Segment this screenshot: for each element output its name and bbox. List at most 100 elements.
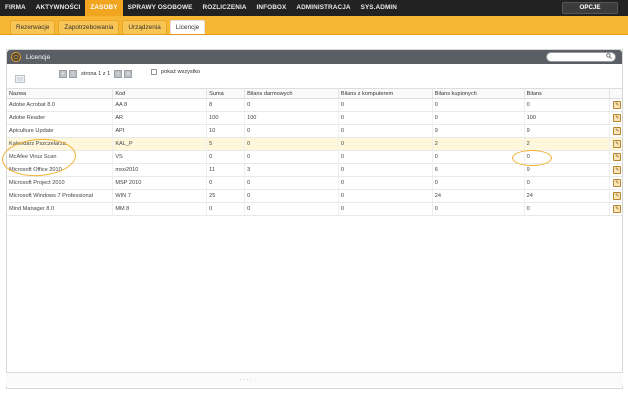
nav-aktywnosci[interactable]: AKTYWNOŚCI xyxy=(31,0,86,16)
table-cell-bilans-kupionych: 24 xyxy=(432,189,525,203)
table-cell-kod: API xyxy=(112,124,208,138)
edit-icon[interactable]: ✎ xyxy=(613,205,622,213)
table-row[interactable]: Adobe Reader AR 100 100 0 0 100 ✎ xyxy=(7,111,622,125)
column-header-bilans-z-komputerem[interactable]: Bilans z komputerem xyxy=(338,88,433,99)
table-cell-kod: WIN 7 xyxy=(112,189,208,203)
table-row[interactable]: Microsoft Windows 7 Professional WIN 7 25 0… xyxy=(7,189,622,203)
edit-icon[interactable]: ✎ xyxy=(613,192,622,200)
table-cell-bilans-darmowych: 0 xyxy=(244,189,339,203)
table-cell-bilans-kupionych: 9 xyxy=(432,124,525,138)
table-cell-suma: 0 xyxy=(206,202,246,216)
nav-infobox[interactable]: INFOBOX xyxy=(252,0,292,16)
search-icon[interactable] xyxy=(606,53,612,61)
column-header-bilans-kupionych[interactable]: Bilans kupionych xyxy=(432,88,525,99)
row-actions: ✎ xyxy=(609,124,622,138)
row-actions: ✎ xyxy=(609,189,622,203)
edit-icon[interactable]: ✎ xyxy=(613,140,622,148)
table-cell-suma: 11 xyxy=(206,163,246,177)
resize-grip[interactable]: . . . . xyxy=(240,376,252,382)
table-cell-kod: mso2010 xyxy=(112,163,208,177)
column-header-kod[interactable]: Kod xyxy=(112,88,208,99)
first-page-button[interactable]: « xyxy=(59,70,67,78)
column-header-bilans-darmowych[interactable]: Bilans darmowych xyxy=(244,88,339,99)
row-actions: ✎ xyxy=(609,163,622,177)
table-cell-suma: 0 xyxy=(206,176,246,190)
column-header-bilans[interactable]: Bilans xyxy=(524,88,611,99)
row-actions: ✎ xyxy=(609,111,622,125)
edit-icon[interactable]: ✎ xyxy=(613,153,622,161)
tab-zapotrzebowania[interactable]: Zapotrzebowania xyxy=(58,20,120,34)
table-cell-bilans: 0 xyxy=(524,98,611,112)
table-row[interactable]: Kalendarz Pszczelarza KAL_P 5 0 0 2 2 ✎ xyxy=(7,137,622,151)
table-cell-bilans-kupionych: 2 xyxy=(432,137,525,151)
edit-icon[interactable]: ✎ xyxy=(613,114,622,122)
table-cell-bilans-darmowych: 3 xyxy=(244,163,339,177)
edit-icon[interactable]: ✎ xyxy=(613,101,622,109)
nav-administracja[interactable]: ADMINISTRACJA xyxy=(291,0,355,16)
show-all-toggle[interactable]: pokaż wszystko xyxy=(151,69,200,75)
licenses-panel: Licencje « ‹ strona 1 z 1 › » pokaż wszy… xyxy=(6,49,623,389)
table-cell-bilans: 0 xyxy=(524,202,611,216)
nav-sprawy-osobowe[interactable]: SPRAWY OSOBOWE xyxy=(123,0,198,16)
tab-urzadzenia[interactable]: Urządzenia xyxy=(122,20,167,34)
row-actions: ✎ xyxy=(609,202,622,216)
table-cell-bilans: 24 xyxy=(524,189,611,203)
table-cell-suma: 5 xyxy=(206,137,246,151)
table-cell-bilans-kupionych: 0 xyxy=(432,111,525,125)
table-row[interactable]: Microsoft Project 2010 MSP 2010 0 0 0 0 0 ✎ xyxy=(7,176,622,190)
tab-rezerwacje[interactable]: Rezerwacje xyxy=(10,20,56,34)
table-cell-bilans-z-komputerem: 0 xyxy=(338,150,433,164)
table-cell-bilans-darmowych: 0 xyxy=(244,176,339,190)
table-cell-bilans-darmowych: 100 xyxy=(244,111,339,125)
edit-icon[interactable]: ✎ xyxy=(613,179,622,187)
table-cell-bilans-darmowych: 0 xyxy=(244,124,339,138)
prev-page-button[interactable]: ‹ xyxy=(69,70,77,78)
table-header-row: Nazwa Kod Suma Bilans darmowych Bilans z… xyxy=(7,88,622,99)
next-page-button[interactable]: › xyxy=(114,70,123,78)
show-all-checkbox[interactable] xyxy=(151,69,157,75)
table-cell-kod: AR xyxy=(112,111,208,125)
table-cell-bilans-z-komputerem: 0 xyxy=(338,202,433,216)
options-button[interactable]: OPCJE xyxy=(562,2,618,14)
nav-rozliczenia[interactable]: ROZLICZENIA xyxy=(197,0,251,16)
table-cell-bilans: 100 xyxy=(524,111,611,125)
row-actions: ✎ xyxy=(609,150,622,164)
table-cell-bilans-darmowych: 0 xyxy=(244,150,339,164)
edit-icon[interactable]: ✎ xyxy=(613,127,622,135)
table-cell-kod: MSP 2010 xyxy=(112,176,208,190)
table-cell-kod: MM 8 xyxy=(112,202,208,216)
table-cell-nazwa: Microsoft Windows 7 Professional xyxy=(7,189,114,203)
edit-icon[interactable]: ✎ xyxy=(613,166,622,174)
table-cell-suma: 0 xyxy=(206,150,246,164)
nav-firma[interactable]: FIRMA xyxy=(0,0,31,16)
table-row[interactable]: Mind Manager 8.0 MM 8 0 0 0 0 0 ✎ xyxy=(7,202,622,216)
table-cell-bilans-darmowych: 0 xyxy=(244,202,339,216)
table-row[interactable]: Adobe Acrobat 8.0 AA 8 8 0 0 0 0 ✎ xyxy=(7,98,622,112)
column-header-nazwa[interactable]: Nazwa xyxy=(7,88,114,99)
row-actions: ✎ xyxy=(609,98,622,112)
table-cell-nazwa: Apiculture Update xyxy=(7,124,114,138)
table-cell-bilans-z-komputerem: 0 xyxy=(338,176,433,190)
table-cell-suma: 25 xyxy=(206,189,246,203)
search-input[interactable] xyxy=(546,52,616,62)
table-cell-bilans-kupionych: 6 xyxy=(432,163,525,177)
table-cell-bilans-z-komputerem: 0 xyxy=(338,98,433,112)
table-row[interactable]: Apiculture Update API 10 0 0 9 9 ✎ xyxy=(7,124,622,138)
table-cell-kod: VS xyxy=(112,150,208,164)
top-navigation: FIRMA AKTYWNOŚCI ZASOBY SPRAWY OSOBOWE R… xyxy=(0,0,628,16)
tab-licencje[interactable]: Licencje xyxy=(169,20,206,34)
nav-zasoby[interactable]: ZASOBY xyxy=(85,0,123,16)
panel-title: Licencje xyxy=(26,53,51,61)
show-all-label: pokaż wszystko xyxy=(161,69,201,75)
document-icon xyxy=(15,70,25,88)
row-actions: ✎ xyxy=(609,176,622,190)
table-cell-suma: 100 xyxy=(206,111,246,125)
table-cell-nazwa: Adobe Acrobat 8.0 xyxy=(7,98,114,112)
last-page-button[interactable]: » xyxy=(124,70,133,78)
table-cell-bilans-z-komputerem: 0 xyxy=(338,189,433,203)
table-cell-bilans: 0 xyxy=(524,176,611,190)
panel-footer xyxy=(6,372,623,386)
nav-sys-admin[interactable]: SYS.ADMIN xyxy=(356,0,402,16)
column-header-suma[interactable]: Suma xyxy=(206,88,246,99)
table-cell-kod: AA 8 xyxy=(112,98,208,112)
